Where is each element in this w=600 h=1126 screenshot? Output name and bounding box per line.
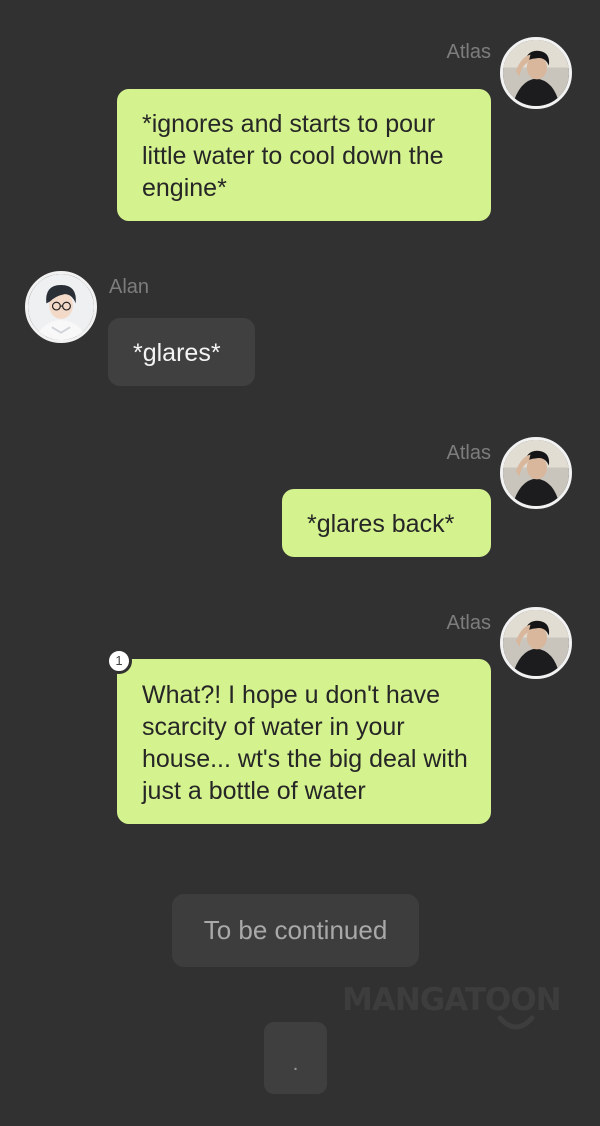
- avatar-atlas-icon[interactable]: [500, 437, 572, 509]
- avatar-atlas-icon[interactable]: [500, 37, 572, 109]
- message-bubble-alan[interactable]: *glares*: [108, 318, 255, 386]
- mangatoon-watermark: MANGATOON: [342, 982, 562, 1018]
- comment-count-badge[interactable]: 1: [106, 648, 132, 674]
- watermark-smile-icon: [497, 1015, 535, 1030]
- next-tap-button[interactable]: .: [264, 1022, 327, 1094]
- to-be-continued-label: To be continued: [172, 894, 419, 967]
- avatar-atlas-icon[interactable]: [500, 607, 572, 679]
- message-bubble-atlas[interactable]: *glares back*: [282, 489, 491, 557]
- sender-name-atlas: Atlas: [446, 442, 491, 464]
- sender-name-atlas: Atlas: [446, 41, 491, 63]
- message-bubble-atlas[interactable]: *ignores and starts to pour little water…: [117, 89, 491, 221]
- message-bubble-atlas[interactable]: What?! I hope u don't have scarcity of w…: [117, 659, 491, 824]
- sender-name-atlas: Atlas: [446, 612, 491, 634]
- sender-name-alan: Alan: [109, 276, 150, 298]
- avatar-alan-icon[interactable]: [25, 271, 97, 343]
